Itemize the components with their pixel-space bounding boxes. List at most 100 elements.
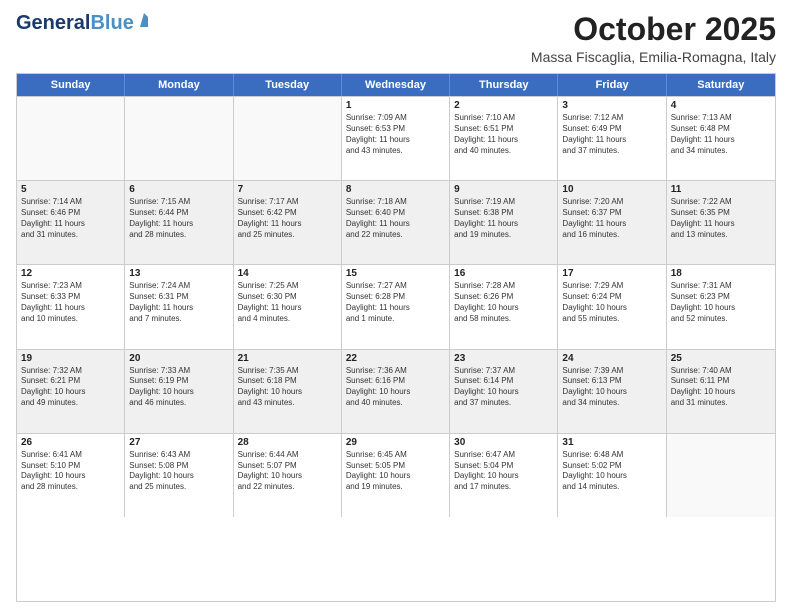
calendar-cell-w3d5: 24Sunrise: 7:39 AM Sunset: 6:13 PM Dayli… — [558, 350, 666, 433]
day-number: 2 — [454, 100, 553, 111]
day-number: 13 — [129, 268, 228, 279]
calendar-week-1: 5 Sunrise: 7:14 AM Sunset: 6:46 PM Daylig… — [17, 180, 775, 264]
day-info: Sunrise: 7:29 AM Sunset: 6:24 PM Dayligh… — [562, 281, 661, 324]
day-number: 3 — [562, 100, 661, 111]
day-info: Sunrise: 7:22 AM Sunset: 6:35 PM Dayligh… — [671, 197, 771, 240]
calendar-week-3: 19Sunrise: 7:32 AM Sunset: 6:21 PM Dayli… — [17, 349, 775, 433]
calendar-cell-w0d5: 3 Sunrise: 7:12 AM Sunset: 6:49 PM Daylig… — [558, 97, 666, 180]
day-number: 31 — [562, 437, 661, 448]
calendar-cell-w0d3: 1Sunrise: 7:09 AM Sunset: 6:53 PM Daylig… — [342, 97, 450, 180]
header-monday: Monday — [125, 74, 233, 96]
calendar: Sunday Monday Tuesday Wednesday Thursday… — [16, 73, 776, 602]
day-info: Sunrise: 7:33 AM Sunset: 6:19 PM Dayligh… — [129, 366, 228, 409]
day-number: 27 — [129, 437, 228, 448]
day-number: 9 — [454, 184, 553, 195]
day-number: 8 — [346, 184, 445, 195]
calendar-cell-w3d1: 20 Sunrise: 7:33 AM Sunset: 6:19 PM Dayli… — [125, 350, 233, 433]
calendar-cell-w1d6: 11 Sunrise: 7:22 AM Sunset: 6:35 PM Dayli… — [667, 181, 775, 264]
calendar-cell-w3d6: 25Sunrise: 7:40 AM Sunset: 6:11 PM Dayli… — [667, 350, 775, 433]
day-info: Sunrise: 7:19 AM Sunset: 6:38 PM Dayligh… — [454, 197, 553, 240]
day-number: 23 — [454, 353, 553, 364]
day-info: Sunrise: 6:41 AM Sunset: 5:10 PM Dayligh… — [21, 450, 120, 493]
calendar-cell-w2d1: 13 Sunrise: 7:24 AM Sunset: 6:31 PM Dayli… — [125, 265, 233, 348]
calendar-week-0: 1Sunrise: 7:09 AM Sunset: 6:53 PM Daylig… — [17, 96, 775, 180]
day-info: Sunrise: 6:48 AM Sunset: 5:02 PM Dayligh… — [562, 450, 661, 493]
day-info: Sunrise: 6:44 AM Sunset: 5:07 PM Dayligh… — [238, 450, 337, 493]
calendar-cell-w4d0: 26 Sunrise: 6:41 AM Sunset: 5:10 PM Dayli… — [17, 434, 125, 517]
day-number: 20 — [129, 353, 228, 364]
day-info: Sunrise: 7:35 AM Sunset: 6:18 PM Dayligh… — [238, 366, 337, 409]
day-info: Sunrise: 7:39 AM Sunset: 6:13 PM Dayligh… — [562, 366, 661, 409]
day-info: Sunrise: 7:12 AM Sunset: 6:49 PM Dayligh… — [562, 113, 661, 156]
calendar-cell-w3d0: 19Sunrise: 7:32 AM Sunset: 6:21 PM Dayli… — [17, 350, 125, 433]
calendar-cell-w3d2: 21 Sunrise: 7:35 AM Sunset: 6:18 PM Dayli… — [234, 350, 342, 433]
logo-general: General — [16, 12, 90, 34]
header-tuesday: Tuesday — [234, 74, 342, 96]
day-number: 12 — [21, 268, 120, 279]
day-info: Sunrise: 7:24 AM Sunset: 6:31 PM Dayligh… — [129, 281, 228, 324]
calendar-cell-w2d3: 15Sunrise: 7:27 AM Sunset: 6:28 PM Dayli… — [342, 265, 450, 348]
calendar-cell-w0d0 — [17, 97, 125, 180]
logo-blue-text: Blue — [90, 12, 133, 34]
calendar-week-2: 12Sunrise: 7:23 AM Sunset: 6:33 PM Dayli… — [17, 264, 775, 348]
header-saturday: Saturday — [667, 74, 775, 96]
day-info: Sunrise: 7:10 AM Sunset: 6:51 PM Dayligh… — [454, 113, 553, 156]
day-info: Sunrise: 7:25 AM Sunset: 6:30 PM Dayligh… — [238, 281, 337, 324]
day-info: Sunrise: 7:20 AM Sunset: 6:37 PM Dayligh… — [562, 197, 661, 240]
day-number: 16 — [454, 268, 553, 279]
logo: GeneralBlue — [16, 12, 152, 34]
day-number: 11 — [671, 184, 771, 195]
calendar-cell-w2d2: 14 Sunrise: 7:25 AM Sunset: 6:30 PM Dayli… — [234, 265, 342, 348]
calendar-week-4: 26 Sunrise: 6:41 AM Sunset: 5:10 PM Dayli… — [17, 433, 775, 517]
calendar-cell-w4d5: 31 Sunrise: 6:48 AM Sunset: 5:02 PM Dayli… — [558, 434, 666, 517]
day-number: 21 — [238, 353, 337, 364]
calendar-cell-w4d1: 27 Sunrise: 6:43 AM Sunset: 5:08 PM Dayli… — [125, 434, 233, 517]
day-info: Sunrise: 7:37 AM Sunset: 6:14 PM Dayligh… — [454, 366, 553, 409]
calendar-cell-w1d2: 7Sunrise: 7:17 AM Sunset: 6:42 PM Daylig… — [234, 181, 342, 264]
day-info: Sunrise: 7:15 AM Sunset: 6:44 PM Dayligh… — [129, 197, 228, 240]
calendar-cell-w0d2 — [234, 97, 342, 180]
day-info: Sunrise: 7:32 AM Sunset: 6:21 PM Dayligh… — [21, 366, 120, 409]
day-number: 28 — [238, 437, 337, 448]
day-info: Sunrise: 7:17 AM Sunset: 6:42 PM Dayligh… — [238, 197, 337, 240]
calendar-cell-w3d3: 22Sunrise: 7:36 AM Sunset: 6:16 PM Dayli… — [342, 350, 450, 433]
day-info: Sunrise: 6:45 AM Sunset: 5:05 PM Dayligh… — [346, 450, 445, 493]
day-number: 6 — [129, 184, 228, 195]
calendar-cell-w2d0: 12Sunrise: 7:23 AM Sunset: 6:33 PM Dayli… — [17, 265, 125, 348]
day-info: Sunrise: 7:28 AM Sunset: 6:26 PM Dayligh… — [454, 281, 553, 324]
day-number: 15 — [346, 268, 445, 279]
header-sunday: Sunday — [17, 74, 125, 96]
calendar-header: Sunday Monday Tuesday Wednesday Thursday… — [17, 74, 775, 96]
calendar-cell-w1d0: 5 Sunrise: 7:14 AM Sunset: 6:46 PM Daylig… — [17, 181, 125, 264]
calendar-cell-w1d3: 8 Sunrise: 7:18 AM Sunset: 6:40 PM Daylig… — [342, 181, 450, 264]
day-info: Sunrise: 6:43 AM Sunset: 5:08 PM Dayligh… — [129, 450, 228, 493]
day-info: Sunrise: 7:36 AM Sunset: 6:16 PM Dayligh… — [346, 366, 445, 409]
day-number: 4 — [671, 100, 771, 111]
day-info: Sunrise: 7:31 AM Sunset: 6:23 PM Dayligh… — [671, 281, 771, 324]
calendar-cell-w2d4: 16 Sunrise: 7:28 AM Sunset: 6:26 PM Dayli… — [450, 265, 558, 348]
calendar-cell-w3d4: 23 Sunrise: 7:37 AM Sunset: 6:14 PM Dayli… — [450, 350, 558, 433]
calendar-cell-w2d6: 18Sunrise: 7:31 AM Sunset: 6:23 PM Dayli… — [667, 265, 775, 348]
calendar-body: 1Sunrise: 7:09 AM Sunset: 6:53 PM Daylig… — [17, 96, 775, 601]
day-number: 5 — [21, 184, 120, 195]
day-number: 29 — [346, 437, 445, 448]
calendar-cell-w4d3: 29 Sunrise: 6:45 AM Sunset: 5:05 PM Dayli… — [342, 434, 450, 517]
day-info: Sunrise: 7:18 AM Sunset: 6:40 PM Dayligh… — [346, 197, 445, 240]
calendar-cell-w0d1 — [125, 97, 233, 180]
day-number: 26 — [21, 437, 120, 448]
day-number: 30 — [454, 437, 553, 448]
header: GeneralBlue October 2025 Massa Fiscaglia… — [16, 12, 776, 65]
calendar-cell-w4d4: 30 Sunrise: 6:47 AM Sunset: 5:04 PM Dayli… — [450, 434, 558, 517]
calendar-cell-w0d6: 4Sunrise: 7:13 AM Sunset: 6:48 PM Daylig… — [667, 97, 775, 180]
calendar-cell-w4d2: 28 Sunrise: 6:44 AM Sunset: 5:07 PM Dayli… — [234, 434, 342, 517]
day-info: Sunrise: 7:14 AM Sunset: 6:46 PM Dayligh… — [21, 197, 120, 240]
day-info: Sunrise: 6:47 AM Sunset: 5:04 PM Dayligh… — [454, 450, 553, 493]
calendar-cell-w0d4: 2 Sunrise: 7:10 AM Sunset: 6:51 PM Daylig… — [450, 97, 558, 180]
title-block: October 2025 Massa Fiscaglia, Emilia-Rom… — [531, 12, 776, 65]
day-number: 10 — [562, 184, 661, 195]
logo-text: GeneralBlue — [16, 12, 134, 34]
day-number: 14 — [238, 268, 337, 279]
calendar-cell-w1d4: 9 Sunrise: 7:19 AM Sunset: 6:38 PM Daylig… — [450, 181, 558, 264]
header-thursday: Thursday — [450, 74, 558, 96]
header-wednesday: Wednesday — [342, 74, 450, 96]
